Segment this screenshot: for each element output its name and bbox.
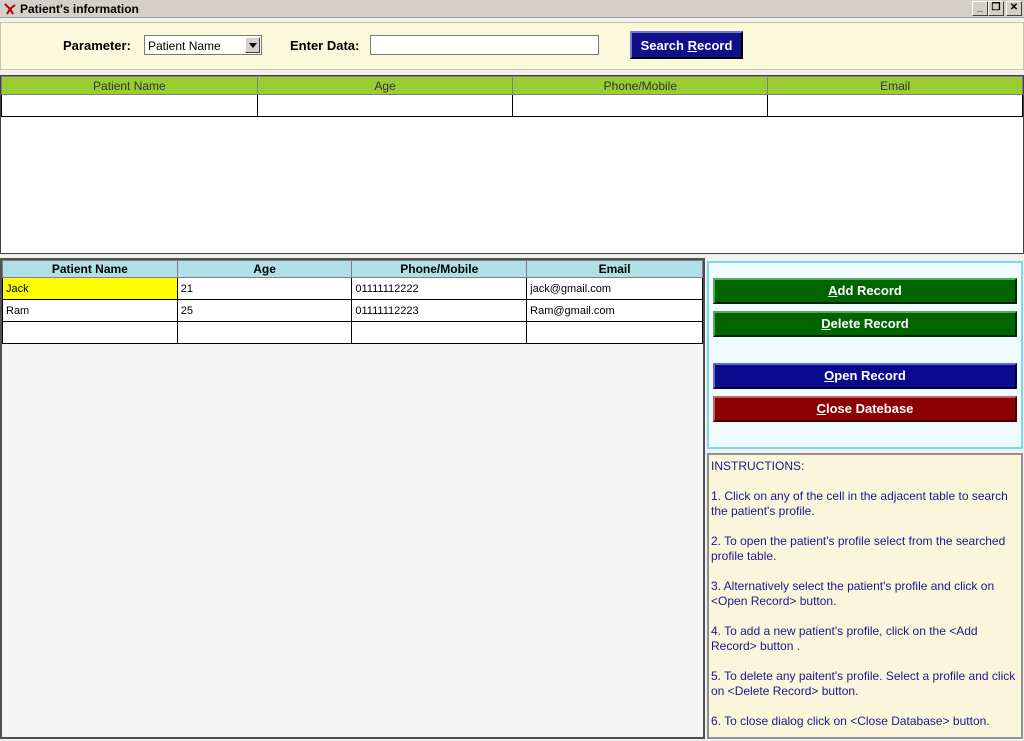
- close-database-button[interactable]: Close Datebase: [713, 396, 1017, 422]
- instruction-item: 2. To open the patient's profile select …: [711, 534, 1006, 563]
- search-results-grid: Patient Name Age Phone/Mobile Email: [0, 75, 1024, 254]
- column-header[interactable]: Age: [256, 76, 514, 95]
- grid-cell[interactable]: jack@gmail.com: [526, 277, 703, 300]
- close-window-button[interactable]: ✕: [1006, 1, 1022, 16]
- grid-cell[interactable]: [256, 94, 514, 117]
- grid-cell[interactable]: [2, 321, 178, 344]
- instruction-item: 4. To add a new patient's profile, click…: [711, 624, 978, 653]
- table-row[interactable]: [1, 94, 1023, 117]
- close-icon: ✕: [1009, 2, 1019, 13]
- column-header[interactable]: Age: [176, 260, 353, 278]
- column-header[interactable]: Patient Name: [1, 76, 258, 95]
- enter-data-label: Enter Data:: [290, 38, 360, 53]
- grid-cell[interactable]: [526, 321, 703, 344]
- column-header[interactable]: Patient Name: [2, 260, 178, 278]
- instruction-item: 5. To delete any paitent's profile. Sele…: [711, 669, 1016, 698]
- grid-cell[interactable]: [1, 94, 258, 117]
- grid-cell[interactable]: [351, 321, 528, 344]
- restore-button[interactable]: ❐: [988, 1, 1004, 16]
- grid-cell[interactable]: Ram@gmail.com: [526, 299, 703, 322]
- parameter-label: Parameter:: [63, 38, 131, 53]
- restore-icon: ❐: [991, 2, 1001, 13]
- grid-cell[interactable]: Jack: [2, 277, 178, 300]
- grid-cell[interactable]: [512, 94, 769, 117]
- column-header[interactable]: Phone/Mobile: [351, 260, 528, 278]
- grid-cell[interactable]: [767, 94, 1023, 117]
- parameter-select[interactable]: Patient Name: [144, 35, 262, 55]
- column-header[interactable]: Email: [767, 76, 1023, 95]
- table-row[interactable]: Jack 21 01111112222 jack@gmail.com: [2, 277, 703, 300]
- grid-cell[interactable]: [176, 321, 353, 344]
- open-record-button[interactable]: Open Record: [713, 363, 1017, 389]
- enter-data-input[interactable]: [370, 35, 599, 55]
- minimize-icon: _: [977, 2, 983, 13]
- instruction-item: 3. Alternatively select the patient's pr…: [711, 579, 995, 608]
- parameter-value: Patient Name: [148, 39, 221, 53]
- app-icon: [4, 3, 16, 15]
- search-panel: Parameter: Patient Name Enter Data: Sear…: [0, 22, 1024, 70]
- grid-cell[interactable]: 01111112223: [351, 299, 528, 322]
- chevron-down-icon[interactable]: [245, 37, 260, 53]
- table-row[interactable]: Ram 25 01111112223 Ram@gmail.com: [2, 299, 703, 322]
- instructions-panel: INSTRUCTIONS: 1. Click on any of the cel…: [707, 453, 1023, 739]
- action-panel: Add Record Delete Record Open Record Clo…: [707, 261, 1023, 449]
- search-record-button[interactable]: Search Record: [630, 31, 743, 59]
- instructions-heading: INSTRUCTIONS:: [711, 459, 805, 473]
- title-bar: Patient's information _ ❐ ✕: [0, 0, 1024, 18]
- grid-cell[interactable]: 01111112222: [351, 277, 528, 300]
- instruction-item: 1. Click on any of the cell in the adjac…: [711, 489, 1008, 518]
- column-header[interactable]: Email: [526, 260, 703, 278]
- column-header[interactable]: Phone/Mobile: [512, 76, 769, 95]
- instruction-item: 6. To close dialog click on <Close Datab…: [711, 714, 990, 728]
- grid-cell[interactable]: 25: [176, 299, 353, 322]
- table-row[interactable]: [2, 321, 703, 344]
- grid-cell[interactable]: Ram: [2, 299, 178, 322]
- patient-records-grid: Patient Name Age Phone/Mobile Email Jack…: [0, 258, 705, 739]
- delete-record-button[interactable]: Delete Record: [713, 311, 1017, 337]
- window-title: Patient's information: [20, 2, 139, 16]
- grid-cell[interactable]: 21: [176, 277, 353, 300]
- add-record-button[interactable]: Add Record: [713, 278, 1017, 304]
- minimize-button[interactable]: _: [972, 1, 988, 16]
